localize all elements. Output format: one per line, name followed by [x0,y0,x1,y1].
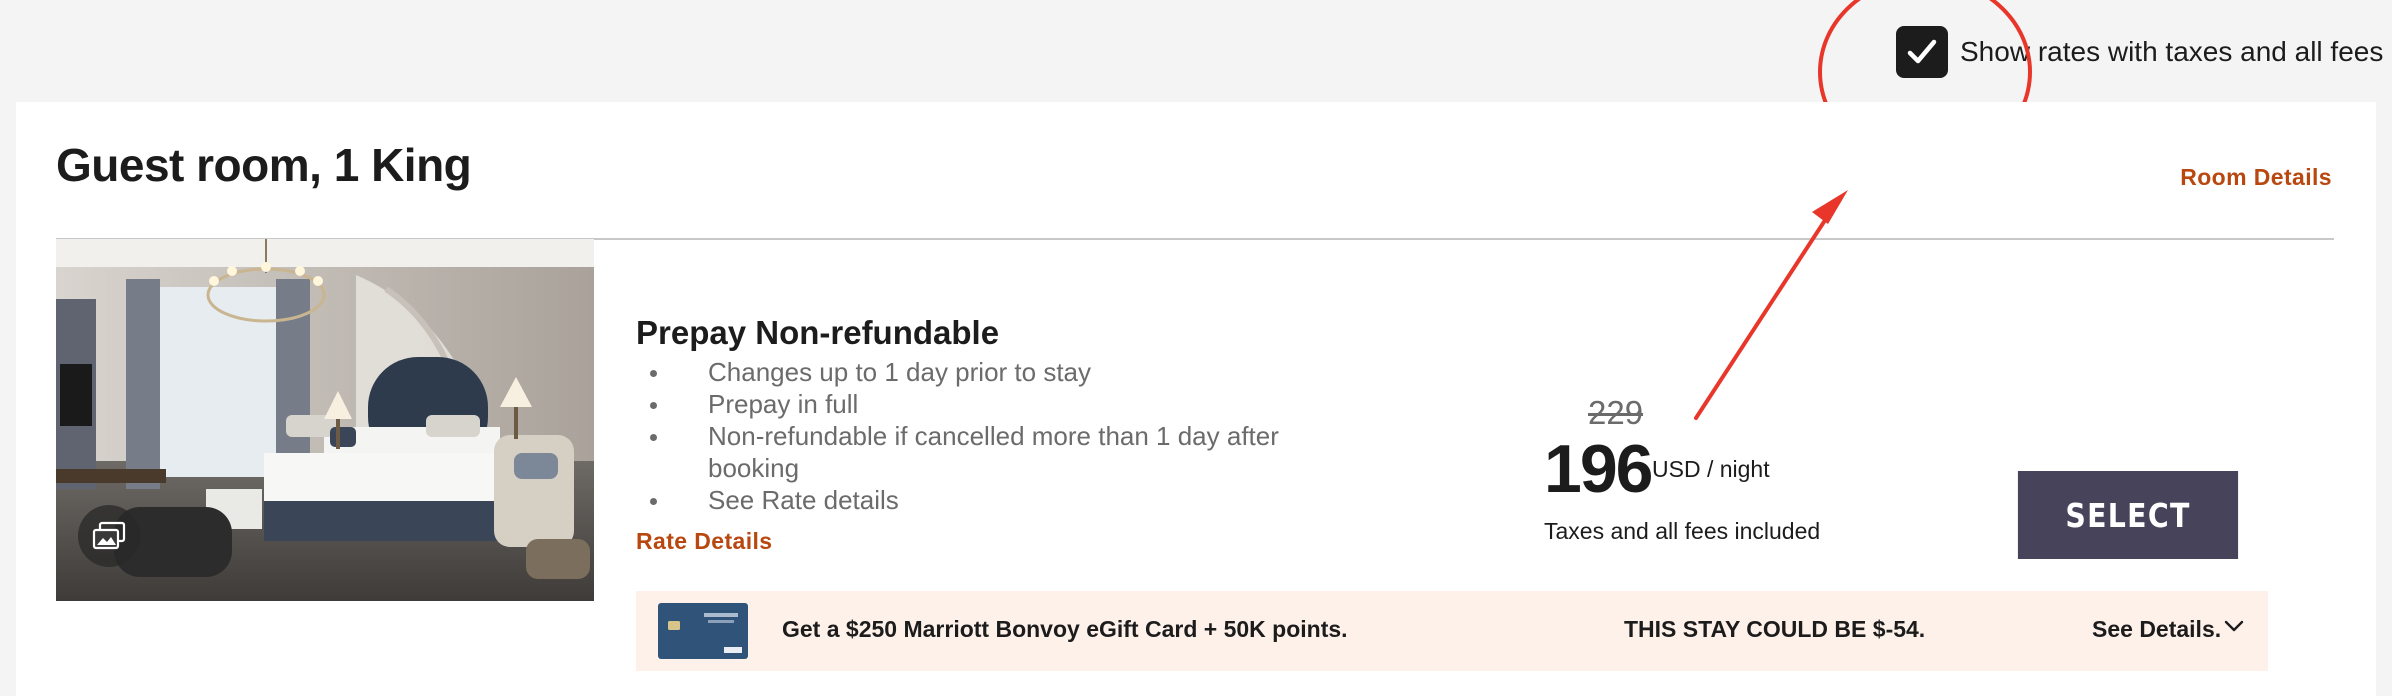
checkmark-icon [1907,39,1937,64]
price-note: Taxes and all fees included [1544,518,1821,544]
original-price: 229 [1588,394,1644,431]
room-details-link[interactable]: Room Details [2180,164,2332,191]
select-button[interactable]: SELECT [2017,471,2239,559]
photo-gallery-icon [92,521,126,550]
rate-feature-item: Changes up to 1 day prior to stay [636,356,1338,388]
rate-feature-item: Prepay in full [636,388,1338,420]
promo-see-details-label: See Details. [2092,616,2222,642]
rate-info: Prepay Non-refundable Changes up to 1 da… [636,314,1396,555]
promo-savings-text: THIS STAY COULD BE $-54. [1624,616,1926,642]
promo-banner: Get a $250 Marriott Bonvoy eGift Card + … [636,591,2268,671]
promo-offer-text: Get a $250 Marriott Bonvoy eGift Card + … [782,616,1348,642]
show-taxes-label: Show rates with taxes and all fees [1960,36,2384,67]
chevron-down-icon [2224,620,2244,631]
marriott-bonvoy-credit-card [658,603,748,659]
credit-card-icon [658,603,748,659]
rate-name: Prepay Non-refundable [636,314,1000,351]
photo-gallery-button[interactable] [78,505,140,567]
current-price: 196 [1544,431,1653,507]
rate-details-link[interactable]: Rate Details [636,528,772,555]
room-title: Guest room, 1 King [56,139,472,191]
rate-feature-item: See Rate details [636,484,1338,516]
promo-see-details-link[interactable]: See Details. [2092,616,2245,643]
show-taxes-checkbox[interactable] [1896,26,1948,78]
rate-feature-item: Non-refundable if cancelled more than 1 … [636,420,1338,484]
show-taxes-toggle[interactable]: Show rates with taxes and all fees [1896,26,2383,78]
room-card: Guest room, 1 King Room Details Prepay N… [16,102,2376,696]
rate-options-bar: Show rates with taxes and all fees [0,0,2392,168]
rate-features-list: Changes up to 1 day prior to stay Prepay… [636,356,1396,516]
price-unit: USD / night [1652,456,1770,482]
room-photo[interactable] [56,239,594,601]
